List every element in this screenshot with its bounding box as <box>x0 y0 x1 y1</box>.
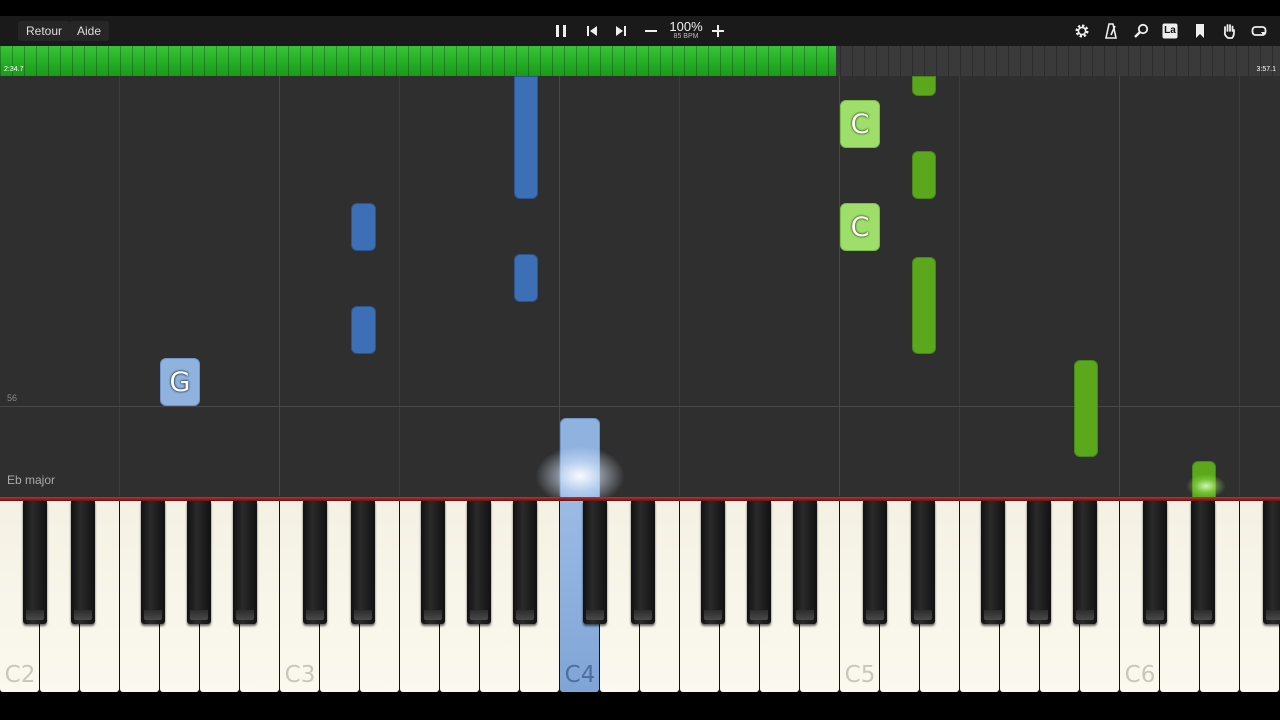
note-names-icon[interactable]: La <box>1159 21 1181 41</box>
note-left-hand-labeled: G <box>160 358 200 406</box>
black-key-Db4[interactable] <box>583 501 607 624</box>
grid-line <box>119 76 120 496</box>
loop-icon[interactable] <box>1248 21 1270 41</box>
magnifier-icon[interactable] <box>1130 21 1152 41</box>
current-time: 2:34.7 <box>4 66 24 73</box>
hand-icon[interactable] <box>1218 21 1240 41</box>
black-key-Eb3[interactable] <box>351 501 375 624</box>
toolbar: Retour Aide 100% 85 BPM La <box>0 16 1280 46</box>
note-left-hand <box>351 203 376 251</box>
black-key-Eb5[interactable] <box>911 501 935 624</box>
note-right-hand-playing <box>1192 461 1216 498</box>
help-button[interactable]: Aide <box>69 21 110 41</box>
note-right-hand <box>1074 360 1098 457</box>
minus-icon[interactable] <box>640 21 662 41</box>
total-time: 3:57.1 <box>1256 66 1276 73</box>
song-progress-bar[interactable]: 2:34.7 3:57.1 <box>0 46 1280 76</box>
octave-label: C3 <box>284 662 316 688</box>
black-key-Eb6[interactable] <box>1191 501 1215 624</box>
note-right-hand-labeled: C <box>840 203 880 251</box>
black-key-Ab2[interactable] <box>187 501 211 624</box>
octave-label: C5 <box>844 662 876 688</box>
note-right-hand <box>912 257 936 354</box>
black-key-Gb3[interactable] <box>421 501 445 624</box>
octave-label: C2 <box>4 662 36 688</box>
black-key-Bb4[interactable] <box>793 501 817 624</box>
note-roll: 56 G C C Eb major <box>0 76 1280 506</box>
bookmark-icon[interactable] <box>1189 21 1211 41</box>
note-name: C <box>850 109 870 140</box>
black-key-Ab3[interactable] <box>467 501 491 624</box>
octave-line <box>279 76 280 496</box>
piano-keyboard: C2 C3 C4 C5 C6 <box>0 501 1280 692</box>
tempo-bpm: 85 BPM <box>673 33 699 40</box>
black-key-Gb5[interactable] <box>981 501 1005 624</box>
grid-line <box>679 76 680 496</box>
gear-icon[interactable] <box>1071 21 1093 41</box>
black-key-Bb5[interactable] <box>1073 501 1097 624</box>
black-key-Eb2[interactable] <box>71 501 95 624</box>
black-key-Ab4[interactable] <box>747 501 771 624</box>
black-key-Db3[interactable] <box>303 501 327 624</box>
octave-label: C6 <box>1124 662 1156 688</box>
octave-line <box>1119 76 1120 496</box>
black-key-Eb4[interactable] <box>631 501 655 624</box>
black-key-Gb2[interactable] <box>141 501 165 624</box>
black-key-Bb2[interactable] <box>233 501 257 624</box>
measure-number: 56 <box>7 393 18 403</box>
key-signature: Eb major <box>7 473 56 487</box>
skip-back-icon[interactable] <box>581 21 603 41</box>
black-key-Db6[interactable] <box>1143 501 1167 624</box>
progress-fill <box>0 46 836 76</box>
black-key-Ab5[interactable] <box>1027 501 1051 624</box>
pause-icon[interactable] <box>550 21 572 41</box>
note-right-hand <box>912 151 936 199</box>
synthesia-app: Retour Aide 100% 85 BPM La 2:34.7 3:57.1… <box>0 16 1280 692</box>
grid-line <box>399 76 400 496</box>
plus-icon[interactable] <box>707 21 729 41</box>
grid-line <box>1239 76 1240 496</box>
black-key-Gb4[interactable] <box>701 501 725 624</box>
note-left-hand <box>514 76 538 199</box>
back-button[interactable]: Retour <box>18 21 71 41</box>
note-name: G <box>169 367 191 398</box>
metronome-icon[interactable] <box>1100 21 1122 41</box>
speed-percent: 100% <box>669 19 703 34</box>
octave-label: C4 <box>564 662 596 688</box>
speed-display: 100% 85 BPM <box>666 20 706 41</box>
note-left-hand-playing <box>560 418 600 498</box>
black-key-Bb3[interactable] <box>513 501 537 624</box>
note-name: C <box>850 212 870 243</box>
note-names-glyph: La <box>1164 25 1176 36</box>
note-left-hand <box>351 306 376 354</box>
note-right-hand <box>912 76 936 96</box>
black-key-Db5[interactable] <box>863 501 887 624</box>
black-key-Db2[interactable] <box>23 501 47 624</box>
black-key-Db7[interactable] <box>1263 501 1280 624</box>
note-right-hand-labeled: C <box>840 100 880 148</box>
skip-forward-icon[interactable] <box>610 21 632 41</box>
grid-line <box>959 76 960 496</box>
note-left-hand <box>514 254 538 302</box>
